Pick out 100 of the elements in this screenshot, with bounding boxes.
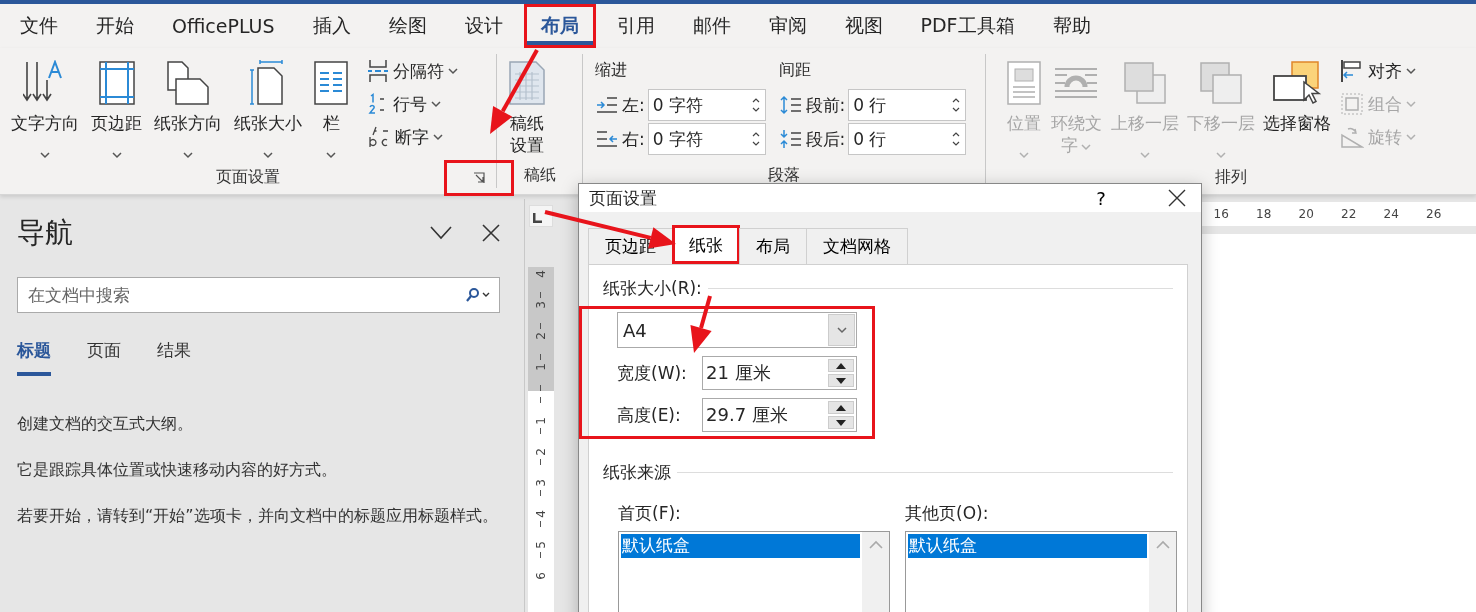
field-label: 高度(E): bbox=[617, 403, 681, 427]
spin-field[interactable]: 0 字符 bbox=[647, 123, 766, 155]
caret-icon bbox=[263, 152, 273, 159]
ruler-number: 22 bbox=[1340, 207, 1358, 221]
close-icon[interactable] bbox=[482, 224, 500, 242]
search-box[interactable]: 在文档中搜索 bbox=[17, 277, 500, 313]
ribbon-tab[interactable]: 邮件 bbox=[675, 4, 748, 48]
spin-up-icon[interactable] bbox=[836, 404, 846, 411]
ribbon-button[interactable]: 分隔符 bbox=[365, 56, 460, 86]
tray-list[interactable]: 默认纸盒 bbox=[618, 531, 890, 612]
pane-title: 导航 bbox=[17, 215, 73, 251]
dialog-launcher-icon[interactable] bbox=[473, 172, 485, 184]
ribbon-button[interactable]: 对齐 bbox=[1338, 56, 1419, 86]
spacing-after-icon bbox=[778, 129, 803, 149]
spin-field[interactable]: 0 行 bbox=[848, 89, 967, 121]
ribbon-button[interactable]: 纸张方向 bbox=[151, 56, 225, 166]
dialog-tab[interactable]: 纸张 bbox=[672, 225, 740, 264]
field-label: 首页(F): bbox=[618, 502, 682, 525]
pane-tab[interactable]: 页面 bbox=[87, 339, 121, 376]
bring-forward-icon bbox=[1123, 61, 1168, 105]
ribbon-tab[interactable]: 视图 bbox=[827, 4, 900, 48]
group-icon bbox=[1340, 92, 1365, 116]
caret-icon bbox=[448, 67, 458, 75]
ribbon-button[interactable]: 选择窗格 bbox=[1260, 56, 1335, 136]
field-label: 段后: bbox=[805, 127, 846, 151]
caret-icon bbox=[431, 100, 441, 108]
ribbon-tab[interactable]: 文件 bbox=[3, 4, 75, 48]
ruler-number: 3 bbox=[534, 479, 548, 487]
ribbon-tab[interactable]: 绘图 bbox=[371, 4, 444, 48]
ruler-number: 5 bbox=[534, 541, 548, 549]
margins-icon bbox=[98, 61, 135, 105]
spin-field[interactable]: 0 行 bbox=[848, 123, 967, 155]
chevron-down-icon[interactable] bbox=[430, 226, 452, 240]
ribbon-tab[interactable]: 帮助 bbox=[1035, 4, 1108, 48]
dialog-tab[interactable]: 布局 bbox=[739, 228, 807, 264]
ruler-number: 1 bbox=[534, 363, 548, 371]
caret-icon bbox=[111, 152, 122, 159]
ribbon-button[interactable]: 文字方向 bbox=[8, 56, 82, 166]
spin-field[interactable]: 29.7 厘米 bbox=[702, 398, 857, 432]
ruler-number: 1 bbox=[534, 417, 548, 425]
position-icon bbox=[1007, 61, 1041, 105]
group-label: 页面设置 bbox=[216, 166, 280, 188]
paper-size-select[interactable]: A4 bbox=[617, 312, 857, 348]
ribbon-tab[interactable]: OfficePLUS bbox=[155, 4, 292, 48]
caret-icon bbox=[326, 152, 336, 159]
ribbon-tab[interactable]: 开始 bbox=[79, 4, 151, 48]
button-label: 位置 bbox=[1007, 112, 1041, 134]
pane-tab[interactable]: 结果 bbox=[157, 339, 191, 376]
indent-left-icon bbox=[595, 96, 619, 114]
section-heading: 纸张来源 bbox=[603, 461, 671, 484]
help-text: 它是跟踪具体位置或快速移动内容的好方式。 bbox=[17, 459, 338, 481]
ribbon-tab[interactable]: 布局 bbox=[523, 4, 596, 48]
button-label: 上移一层 bbox=[1111, 112, 1180, 134]
spin-field[interactable]: 21 厘米 bbox=[702, 356, 857, 390]
send-backward-icon bbox=[1199, 61, 1244, 105]
search-field[interactable]: 在文档中搜索 bbox=[26, 284, 465, 306]
ribbon-button[interactable]: 行号 bbox=[365, 89, 460, 119]
close-icon[interactable] bbox=[1168, 189, 1186, 207]
ribbon-tab[interactable]: 设计 bbox=[447, 4, 520, 48]
page-break-icon bbox=[367, 60, 389, 82]
ribbon-tab[interactable]: PDF工具箱 bbox=[903, 4, 1032, 48]
list-item[interactable]: 默认纸盒 bbox=[621, 534, 860, 558]
ribbon-button[interactable]: 纸张大小 bbox=[231, 56, 305, 166]
indent-right-icon bbox=[595, 130, 619, 148]
ruler-number: 6 bbox=[534, 572, 548, 580]
dialog-launcher-button[interactable] bbox=[444, 160, 514, 196]
ribbon-button[interactable]: 页边距 bbox=[88, 56, 145, 166]
help-button[interactable]: ? bbox=[1081, 186, 1121, 210]
pane-tab[interactable]: 标题 bbox=[17, 339, 51, 376]
list-item[interactable]: 默认纸盒 bbox=[908, 534, 1147, 558]
tray-list[interactable]: 默认纸盒 bbox=[905, 531, 1177, 612]
tab-selector-icon[interactable] bbox=[529, 205, 553, 227]
ruler-number: 24 bbox=[1382, 207, 1400, 221]
caret-icon bbox=[836, 326, 847, 334]
rotate-icon bbox=[1340, 125, 1365, 149]
group-label: 排列 bbox=[1215, 166, 1247, 188]
search-icon[interactable] bbox=[465, 287, 491, 303]
ruler-number: 20 bbox=[1297, 207, 1315, 221]
ruler-number: 3 bbox=[534, 301, 548, 309]
spin-up-icon[interactable] bbox=[836, 362, 846, 369]
ribbon-tab[interactable]: 审阅 bbox=[751, 4, 824, 48]
ribbon-button[interactable]: 断字 bbox=[365, 122, 460, 152]
caret-icon bbox=[1216, 152, 1227, 159]
ruler-number: 26 bbox=[1425, 207, 1443, 221]
ribbon-button[interactable]: 栏 bbox=[311, 56, 351, 166]
field-label: 左: bbox=[622, 93, 645, 117]
section-heading: 纸张大小(R): bbox=[603, 277, 702, 300]
spin-down-icon[interactable] bbox=[836, 377, 846, 384]
ruler-number: 16 bbox=[1212, 207, 1230, 221]
ribbon-tab[interactable]: 插入 bbox=[295, 4, 368, 48]
hyphenation-icon bbox=[367, 125, 391, 149]
ribbon-button[interactable]: 稿纸设置 bbox=[505, 56, 549, 158]
dialog-tab[interactable]: 文档网格 bbox=[806, 228, 908, 264]
ribbon-tab[interactable]: 引用 bbox=[599, 4, 672, 48]
columns-icon bbox=[314, 61, 348, 105]
button-label: 选择窗格 bbox=[1263, 112, 1332, 134]
dialog-title: 页面设置 bbox=[589, 186, 658, 210]
spin-down-icon[interactable] bbox=[836, 419, 846, 426]
spin-field[interactable]: 0 字符 bbox=[647, 89, 766, 121]
group-label: 段落 bbox=[768, 164, 800, 186]
